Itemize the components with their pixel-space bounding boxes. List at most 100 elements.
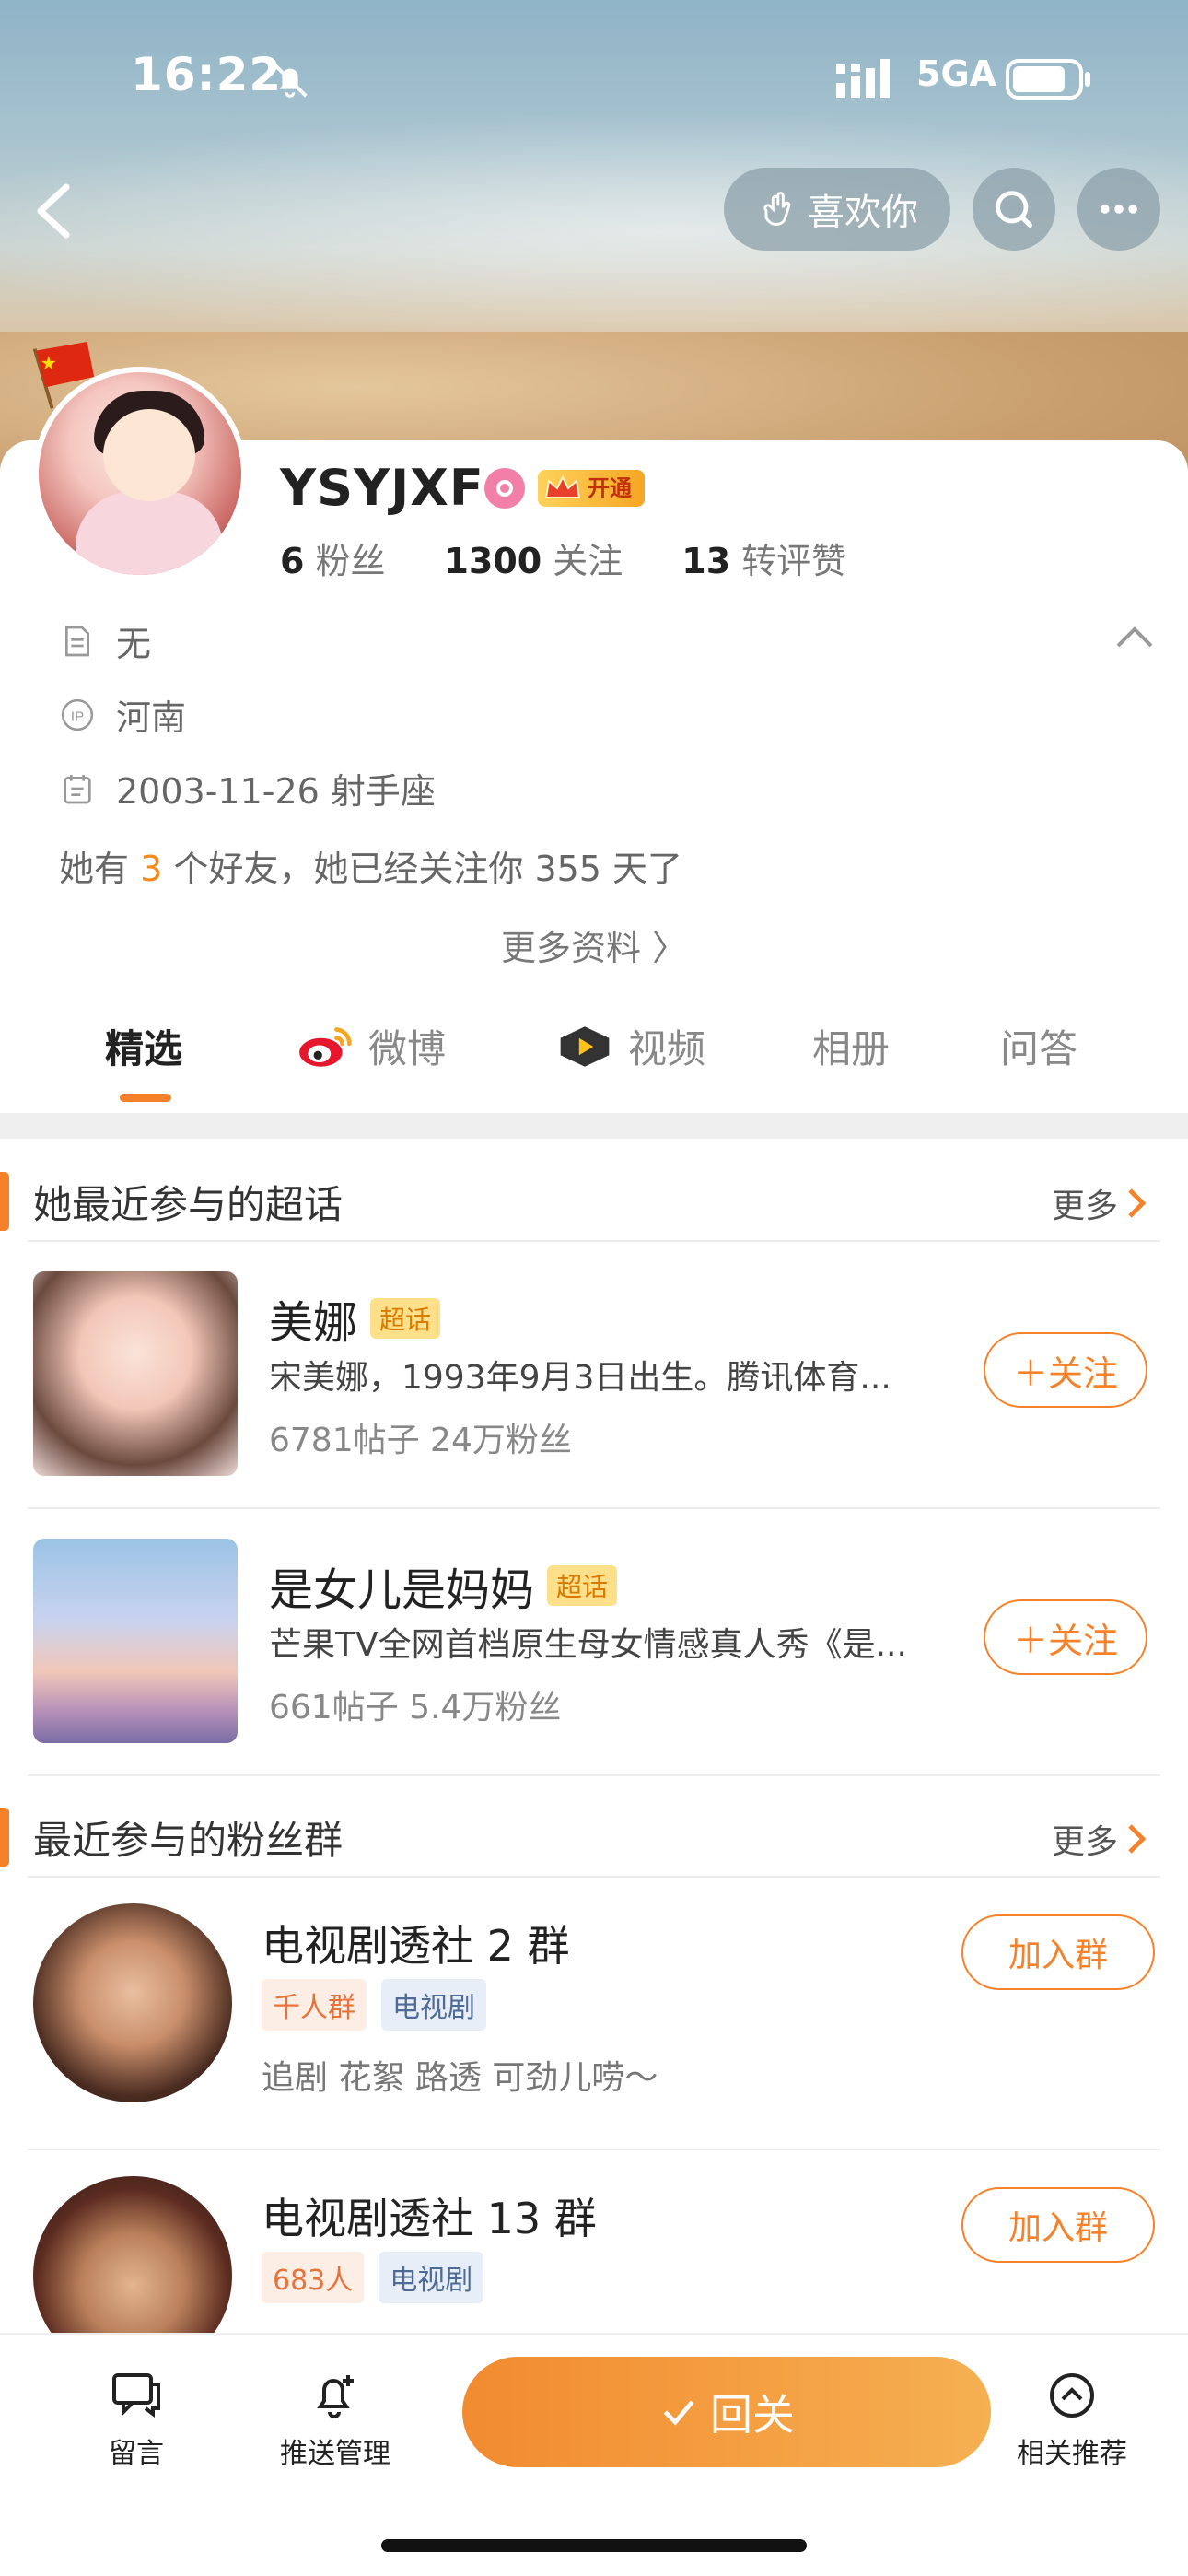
stat-following[interactable]: 1300 关注 bbox=[444, 533, 623, 583]
status-bar: 16:22 5GA bbox=[0, 48, 1188, 112]
fan-group-desc: 追剧 花絮 路透 可劲儿唠～ bbox=[262, 2059, 658, 2097]
friends-count[interactable]: 3 bbox=[140, 849, 162, 889]
fan-group-name: 电视剧透社 13 群 bbox=[262, 2194, 597, 2243]
tab-qa[interactable]: 问答 bbox=[1000, 1018, 1077, 1074]
svg-text:IP: IP bbox=[71, 708, 84, 724]
supertopics-more-label: 更多 bbox=[1051, 1188, 1118, 1225]
tab-album[interactable]: 相册 bbox=[812, 1018, 890, 1074]
push-management-button[interactable]: 推送管理 bbox=[252, 2368, 418, 2471]
supertopics-header: 她最近参与的超话 更多 bbox=[0, 1148, 1188, 1240]
supertopic-desc: 芒果TV全网首档原生母女情感真人秀《是... bbox=[269, 1626, 907, 1664]
message-bubble-icon bbox=[112, 2373, 160, 2418]
home-indicator[interactable] bbox=[381, 2539, 807, 2552]
supertopic-name: 美娜 bbox=[269, 1297, 358, 1349]
back-icon[interactable] bbox=[26, 180, 81, 244]
china-flag-icon bbox=[32, 342, 95, 409]
tab-video-label: 视频 bbox=[628, 1026, 706, 1071]
birthday-text: 2003-11-26 射手座 bbox=[116, 771, 436, 812]
gender-badge-icon bbox=[484, 468, 525, 509]
stat-fans-num: 6 bbox=[280, 541, 305, 581]
circle-chevron-up-icon bbox=[1050, 2373, 1094, 2418]
video-play-icon bbox=[560, 1025, 610, 1067]
bio-row: 无 bbox=[59, 615, 151, 666]
tab-featured-label: 精选 bbox=[105, 1026, 183, 1071]
more-dots-icon bbox=[1101, 205, 1137, 214]
supertopics-title: 她最近参与的超话 bbox=[33, 1182, 344, 1227]
related-recommend-button[interactable]: 相关推荐 bbox=[989, 2368, 1155, 2471]
divider bbox=[28, 1774, 1160, 1776]
fangroups-more-label: 更多 bbox=[1051, 1823, 1118, 1861]
fan-group-tags: 683人 电视剧 bbox=[262, 2252, 484, 2303]
supertopic-item[interactable]: 美娜 超话 宋美娜，1993年9月3日出生。腾讯体育... 6781帖子 24万… bbox=[0, 1240, 1188, 1507]
profile-stats: 6 粉丝 1300 关注 13 转评赞 bbox=[280, 533, 846, 583]
stat-following-num: 1300 bbox=[444, 541, 542, 581]
hand-wave-icon bbox=[763, 192, 791, 226]
supertopics-more-link[interactable]: 更多 bbox=[1052, 1179, 1147, 1227]
user-name: YSYJXF bbox=[280, 459, 484, 517]
active-tab-indicator bbox=[120, 1094, 171, 1102]
friends-summary: 她有 3 个好友，她已经关注你 355 天了 bbox=[59, 840, 682, 891]
supertopic-name: 是女儿是妈妈 bbox=[269, 1564, 535, 1616]
mute-bell-icon bbox=[273, 63, 308, 98]
supertopic-tag: 超话 bbox=[547, 1565, 618, 1606]
more-info-link[interactable]: 更多资料 〉 bbox=[0, 919, 1188, 970]
battery-icon bbox=[1006, 59, 1090, 100]
fan-group-size-tag: 683人 bbox=[262, 2252, 365, 2303]
follow-back-button[interactable]: 回关 bbox=[462, 2357, 991, 2467]
join-group-button[interactable]: 加入群 bbox=[961, 2187, 1155, 2263]
supertopic-thumbnail bbox=[33, 1539, 238, 1743]
supertopic-stats: 6781帖子 24万粉丝 bbox=[269, 1422, 572, 1459]
ip-row: IP 河南 bbox=[59, 689, 186, 740]
follow-button[interactable]: ＋关注 bbox=[984, 1332, 1147, 1408]
ip-location-text: 河南 bbox=[116, 697, 187, 738]
crown-icon bbox=[544, 474, 581, 498]
tab-weibo-label: 微博 bbox=[368, 1026, 447, 1071]
network-type: 5GA bbox=[916, 53, 997, 94]
chevron-right-icon bbox=[1128, 1188, 1147, 1218]
section-separator bbox=[0, 1113, 1188, 1139]
calendar-icon bbox=[64, 774, 91, 803]
vip-label: 开通 bbox=[588, 475, 632, 501]
avatar-face-shape bbox=[103, 409, 195, 501]
message-label: 留言 bbox=[109, 2438, 164, 2470]
collapse-chevron-icon[interactable] bbox=[1114, 623, 1155, 650]
tab-featured[interactable]: 精选 bbox=[105, 1018, 182, 1074]
bell-plus-icon bbox=[317, 2375, 354, 2418]
signal-icon bbox=[836, 59, 890, 98]
fangroups-more-link[interactable]: 更多 bbox=[1052, 1815, 1147, 1863]
join-group-button[interactable]: 加入群 bbox=[961, 1914, 1155, 1990]
document-icon bbox=[65, 626, 89, 656]
tab-weibo[interactable]: 微博 bbox=[297, 1018, 446, 1074]
chevron-right-icon bbox=[1128, 1824, 1147, 1854]
fangroups-title: 最近参与的粉丝群 bbox=[33, 1818, 344, 1863]
stat-interactions-num: 13 bbox=[681, 541, 731, 581]
fan-group-category-tag: 电视剧 bbox=[379, 2252, 484, 2303]
stat-interactions[interactable]: 13 转评赞 bbox=[681, 533, 846, 583]
stat-fans[interactable]: 6 粉丝 bbox=[280, 533, 385, 583]
weibo-logo-icon bbox=[299, 1026, 352, 1067]
message-button[interactable]: 留言 bbox=[53, 2368, 219, 2471]
fan-group-item[interactable]: 电视剧透社 2 群 千人群 电视剧 追剧 花絮 路透 可劲儿唠～ 加入群 bbox=[0, 1876, 1188, 2149]
friends-suffix: 个好友，她已经关注你 355 天了 bbox=[162, 849, 683, 889]
more-options-button[interactable] bbox=[1077, 168, 1160, 251]
tab-video[interactable]: 视频 bbox=[556, 1018, 705, 1074]
birthday-row: 2003-11-26 射手座 bbox=[59, 763, 436, 814]
search-button[interactable] bbox=[973, 168, 1055, 251]
ip-location-icon: IP bbox=[61, 698, 94, 731]
follow-button[interactable]: ＋关注 bbox=[984, 1599, 1147, 1675]
status-time: 16:22 bbox=[131, 48, 283, 101]
vip-open-badge[interactable]: 开通 bbox=[538, 470, 645, 507]
stat-following-label: 关注 bbox=[553, 541, 623, 581]
supertopic-tag: 超话 bbox=[370, 1298, 441, 1339]
search-icon bbox=[996, 191, 1032, 228]
supertopic-stats: 661帖子 5.4万粉丝 bbox=[269, 1689, 562, 1727]
tab-album-label: 相册 bbox=[812, 1026, 891, 1071]
like-you-button[interactable]: 喜欢你 bbox=[724, 168, 950, 251]
push-management-label: 推送管理 bbox=[280, 2438, 390, 2470]
bio-text: 无 bbox=[116, 624, 152, 664]
supertopic-desc: 宋美娜，1993年9月3日出生。腾讯体育... bbox=[269, 1359, 891, 1397]
fan-group-avatar bbox=[33, 1903, 232, 2102]
supertopic-item[interactable]: 是女儿是妈妈 超话 芒果TV全网首档原生母女情感真人秀《是... 661帖子 5… bbox=[0, 1507, 1188, 1774]
like-you-label: 喜欢你 bbox=[808, 192, 918, 234]
fan-group-tags: 千人群 电视剧 bbox=[262, 1979, 486, 2031]
